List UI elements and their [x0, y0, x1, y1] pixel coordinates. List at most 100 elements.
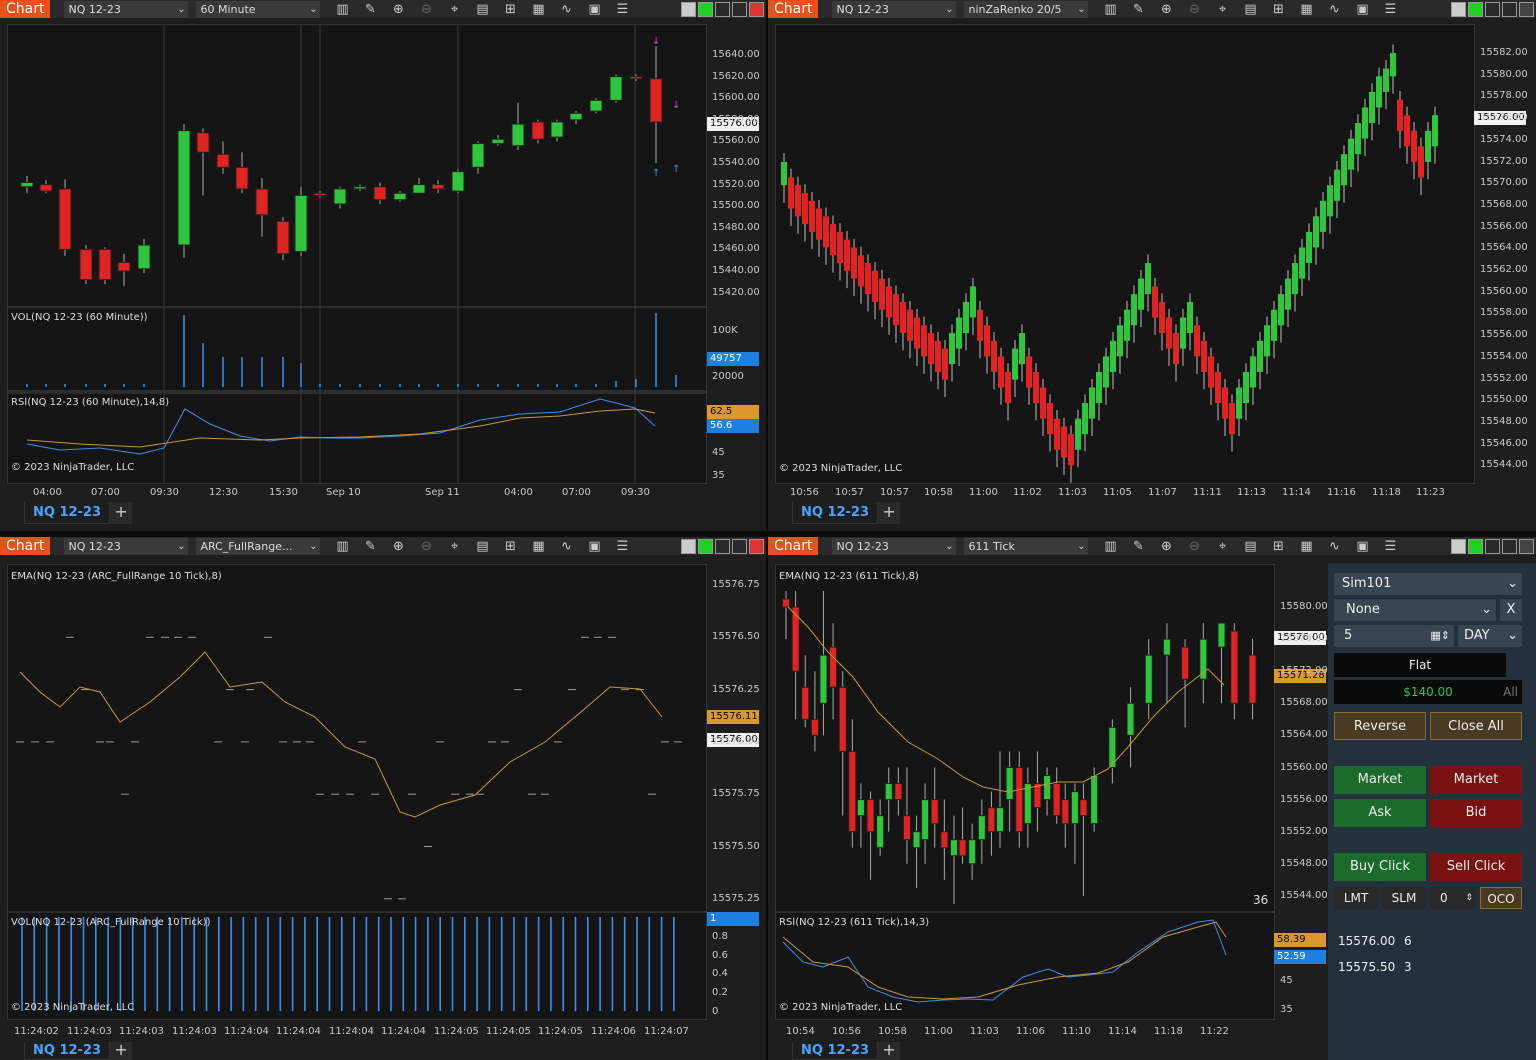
quantity-stepper[interactable]: 5 ▦⇕ — [1334, 625, 1454, 647]
volume-tag: 1 — [707, 912, 759, 926]
instrument-tab[interactable]: NQ 12-23 — [24, 502, 111, 524]
price-axis-label: 15500.00 — [712, 200, 760, 212]
time-axis-label: 11:24:05 — [486, 1026, 531, 1037]
candle — [968, 839, 977, 865]
chart-60min-svg: ↓ ↑ ↓ ↑ — [7, 25, 707, 484]
price-axis-label: 15558.00 — [1480, 307, 1528, 319]
buy-ask-button[interactable]: Ask — [1334, 799, 1426, 827]
renko-brick — [928, 333, 934, 365]
candle — [829, 646, 838, 688]
sell-bid-button[interactable]: Bid — [1430, 799, 1522, 827]
candle — [79, 248, 93, 281]
up-down-icon[interactable]: ⇕ — [1465, 887, 1473, 909]
renko-brick — [1040, 387, 1046, 419]
offset-stepper[interactable]: 0 ⇕ — [1430, 887, 1476, 909]
add-tab-icon[interactable]: + — [110, 1042, 133, 1060]
candle — [569, 112, 583, 121]
link-green-icon[interactable] — [1468, 538, 1483, 554]
candle — [294, 194, 308, 253]
link-gray-icon[interactable] — [1451, 538, 1466, 554]
price-axis-label: 15552.00 — [1280, 825, 1328, 837]
price-axis-label: 15544.00 — [1280, 889, 1328, 901]
rsi-signal-line — [782, 921, 1227, 1000]
renko-brick — [1201, 340, 1207, 372]
candle — [216, 153, 230, 168]
renko-brick — [795, 185, 801, 217]
vol-axis: 0.2 — [712, 987, 728, 998]
quantity-value: 5 — [1344, 628, 1353, 643]
renko-brick — [970, 286, 976, 318]
calculator-icon[interactable]: ▦⇕ — [1430, 625, 1450, 647]
renko-brick — [1138, 278, 1144, 310]
renko-brick — [1404, 115, 1410, 147]
time-axis-label: 11:05 — [1103, 487, 1132, 498]
candle — [333, 188, 347, 205]
time-axis-label: 11:03 — [970, 1026, 999, 1037]
tif-selector[interactable]: DAY ⌄ — [1458, 625, 1522, 647]
renko-brick — [816, 208, 822, 240]
renko-brick — [1292, 263, 1298, 295]
buy-market-button[interactable]: Market — [1334, 766, 1426, 794]
account-selector[interactable]: Sim101 ⌄ — [1334, 573, 1522, 595]
price-axis-label: 15580.00 — [1280, 601, 1328, 612]
renko-brick — [1320, 200, 1326, 232]
instrument-tab[interactable]: NQ 12-23 — [24, 1042, 111, 1060]
copyright: © 2023 NinjaTrader, LLC — [11, 462, 135, 473]
price-axis-label: 15620.00 — [712, 70, 760, 82]
renko-brick — [1250, 356, 1256, 388]
renko-brick — [1243, 371, 1249, 404]
time-axis-label: 10:57 — [880, 487, 909, 498]
close-icon[interactable] — [1519, 538, 1534, 554]
atm-remove-button[interactable]: X — [1500, 599, 1522, 621]
renko-brick — [865, 263, 871, 295]
add-tab-icon[interactable]: + — [878, 502, 901, 524]
instrument-tab[interactable]: NQ 12-23 — [792, 502, 879, 524]
candle — [1033, 783, 1042, 809]
buy-click-button[interactable]: Buy Click — [1334, 853, 1426, 881]
price-axis-label: 15582.00 — [1480, 47, 1528, 58]
price-axis-label: 15576.00 — [1480, 112, 1528, 124]
candle — [451, 171, 465, 192]
reverse-button[interactable]: Reverse — [1334, 712, 1426, 740]
candle — [801, 686, 810, 720]
oco-button[interactable]: OCO — [1480, 887, 1522, 909]
bar-count: 36 — [1253, 893, 1269, 907]
time-axis-label: 11:07 — [1148, 487, 1177, 498]
candle — [609, 76, 623, 101]
rsi-label: RSI(NQ 12-23 (611 Tick),14,3) — [779, 917, 930, 928]
renko-brick — [1397, 99, 1403, 131]
sell-click-button[interactable]: Sell Click — [1430, 853, 1522, 881]
sell-market-button[interactable]: Market — [1430, 766, 1522, 794]
lmt-button[interactable]: LMT — [1334, 887, 1378, 909]
chart-window-renko: Chart NQ 12-23 ⌄ ninZaRenko 20/5 ⌄ ▥ ✎ ⊕ ⊖… — [768, 0, 1536, 531]
minimize-icon[interactable] — [1485, 538, 1500, 554]
price-axis-label: 15576.50 — [712, 631, 760, 643]
maximize-icon[interactable] — [1502, 538, 1517, 554]
add-tab-icon[interactable]: + — [110, 502, 133, 524]
vol-axis: 0.4 — [712, 968, 728, 979]
pnl-value: $140.00 — [1403, 685, 1453, 699]
properties-icon[interactable]: ▣ — [1348, 539, 1376, 554]
add-tab-icon[interactable]: + — [878, 1042, 901, 1060]
vol-axis: 0 — [712, 1006, 719, 1017]
time-axis-label: 11:24:03 — [172, 1026, 217, 1037]
time-axis-label: 11:24:05 — [434, 1026, 479, 1037]
candle — [848, 750, 857, 833]
renko-brick — [949, 333, 955, 365]
menu-icon[interactable]: ☰ — [1376, 539, 1404, 554]
instrument-tab[interactable]: NQ 12-23 — [792, 1042, 879, 1060]
vol-axis: 0.8 — [712, 931, 728, 942]
candle — [1230, 630, 1239, 704]
time-axis-label: 09:30 — [621, 487, 650, 498]
slm-button[interactable]: SLM — [1382, 887, 1426, 909]
price-axis-label: 15550.00 — [1480, 394, 1528, 406]
close-all-button[interactable]: Close All — [1430, 712, 1522, 740]
time-axis-label: 11:24:04 — [329, 1026, 374, 1037]
price-axis-label: 15574.00 — [1480, 133, 1528, 145]
price-axis-label: 15560.00 — [1480, 285, 1528, 297]
renko-brick — [1180, 317, 1186, 349]
time-axis-label: 09:30 — [150, 487, 179, 498]
atm-strategy-selector[interactable]: None ⌄ — [1334, 599, 1496, 621]
time-axis-label: 11:24:04 — [224, 1026, 269, 1037]
candle — [1005, 767, 1014, 801]
